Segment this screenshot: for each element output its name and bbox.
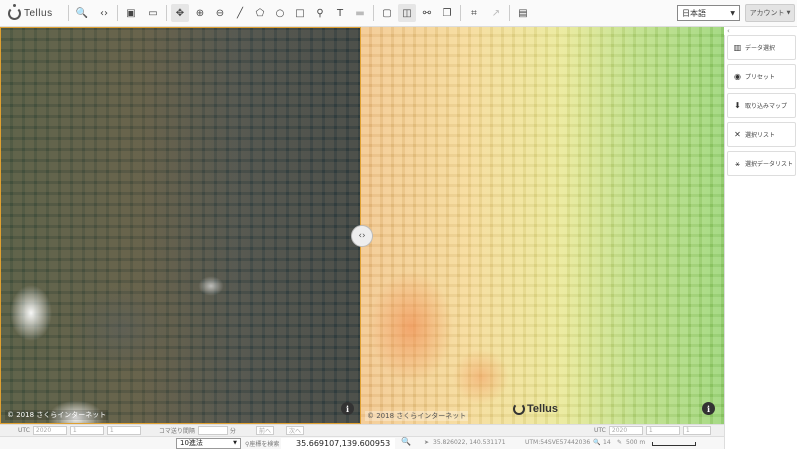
scale-bar xyxy=(652,442,696,446)
tellus-watermark: Tellus xyxy=(513,403,558,415)
time-controls: UTC 2020 1 1 コマ送り間隔 分 前へ 次へ UTC 2020 1 1 xyxy=(0,424,724,436)
database-icon: ▥ xyxy=(733,43,742,52)
text-icon[interactable]: T xyxy=(331,4,349,22)
status-bar: 10進法 ▼ ⚲座標を検索 35.669107,139.600953 🔍 ➤ 3… xyxy=(0,436,724,449)
import-map-icon: ⬇ xyxy=(734,101,741,110)
scale-label: 500 m xyxy=(626,439,646,446)
split-view-icon[interactable]: ◫ xyxy=(398,4,416,22)
ruler-icon: ✎ xyxy=(617,439,623,446)
toolbar-divider xyxy=(509,5,510,21)
sidebar-item-label: 選択リスト xyxy=(745,132,776,139)
chevron-down-icon: ▼ xyxy=(786,10,791,16)
sidebar: ▥ データ選択 ◉ プリセット ⬇ 取り込みマップ ✕ 選択リスト ⚹ 選択デー… xyxy=(724,35,797,449)
data-list-icon: ⚹ xyxy=(735,158,740,168)
palette-icon: ◉ xyxy=(734,72,741,81)
trash-icon[interactable]: ▬ xyxy=(351,4,369,22)
tellus-logo-icon xyxy=(8,3,21,20)
crop-icon[interactable]: ⌗ xyxy=(465,4,483,22)
sidebar-item-data-select[interactable]: ▥ データ選択 xyxy=(727,35,796,60)
sidebar-item-label: 選択データリスト xyxy=(745,161,794,168)
map-right-copyright: © 2018 さくらインターネット xyxy=(365,411,469,421)
cursor-coordinates: 35.826022, 140.531171 xyxy=(433,439,506,446)
chevron-down-icon: ▼ xyxy=(233,440,237,446)
day-select[interactable]: 1 xyxy=(106,426,141,435)
zoom-icon: 🔍 xyxy=(593,439,601,446)
map-right-index[interactable]: © 2018 さくらインターネット i xyxy=(361,27,724,424)
single-view-icon[interactable]: ▢ xyxy=(378,4,396,22)
sidebar-item-label: 取り込みマップ xyxy=(745,103,788,110)
info-icon[interactable]: i xyxy=(702,402,715,415)
search-icon[interactable]: 🔍 xyxy=(401,437,411,446)
next-button[interactable]: 次へ xyxy=(285,426,304,435)
swipe-handle[interactable]: ‹› xyxy=(351,225,373,247)
toolbar-divider xyxy=(460,5,461,21)
month-select[interactable]: 1 xyxy=(645,426,680,435)
cursor-icon: ➤ xyxy=(424,439,430,446)
sidebar-item-data-list[interactable]: ⚹ 選択データリスト xyxy=(727,151,796,176)
link-icon[interactable]: ⚯ xyxy=(418,4,436,22)
utc-label: UTC xyxy=(593,427,606,434)
circle-icon[interactable]: ○ xyxy=(271,4,289,22)
tellus-logo[interactable]: Tellus xyxy=(8,3,64,20)
sidebar-item-label: データ選択 xyxy=(745,45,776,52)
sidebar-item-selection-list[interactable]: ✕ 選択リスト xyxy=(727,122,796,147)
year-select[interactable]: 2020 xyxy=(32,426,67,435)
export-icon[interactable]: ↗ xyxy=(487,4,505,22)
share-icon[interactable]: ‹› xyxy=(95,4,113,22)
polygon-icon[interactable]: ⬠ xyxy=(251,4,269,22)
account-button[interactable]: アカウント ▼ xyxy=(745,4,795,22)
tools-icon: ✕ xyxy=(734,130,741,139)
zoom-in-icon[interactable]: ⊕ xyxy=(191,4,209,22)
map-left-true-color[interactable]: © 2018 さくらインターネット i xyxy=(0,27,361,424)
sidebar-item-label: プリセット xyxy=(745,74,776,81)
save-icon[interactable]: ▤ xyxy=(514,4,532,22)
sidebar-item-preset[interactable]: ◉ プリセット xyxy=(727,64,796,89)
prev-button[interactable]: 前へ xyxy=(255,426,274,435)
search-icon[interactable]: 🔍 xyxy=(73,4,91,22)
main-toolbar: Tellus 🔍 ‹› ▣ ▭ ✥ ⊕ ⊖ ╱ ⬠ ○ □ ⚲ T ▬ ▢ ◫ … xyxy=(0,0,797,27)
year-select[interactable]: 2020 xyxy=(608,426,643,435)
toolbar-divider xyxy=(166,5,167,21)
line-icon[interactable]: ╱ xyxy=(231,4,249,22)
sidebar-collapse-icon[interactable]: ‹ xyxy=(724,27,797,35)
language-value: 日本語 xyxy=(682,8,706,18)
account-label: アカウント xyxy=(749,9,785,17)
tellus-logo-icon xyxy=(513,403,525,415)
utm-coordinates: UTM:54SVE57442036 xyxy=(525,439,591,446)
image-icon[interactable]: ▭ xyxy=(144,4,162,22)
coordinate-search-label: ⚲座標を検索 xyxy=(245,441,280,448)
pin-icon[interactable]: ⚲ xyxy=(311,4,329,22)
step-label: コマ送り間隔 xyxy=(158,428,195,435)
rectangle-icon[interactable]: □ xyxy=(291,4,309,22)
month-select[interactable]: 1 xyxy=(69,426,104,435)
camera-icon[interactable]: ▣ xyxy=(122,4,140,22)
map-left-copyright: © 2018 さくらインターネット xyxy=(5,410,109,420)
language-select[interactable]: 日本語 ▼ xyxy=(677,5,740,21)
toolbar-divider xyxy=(117,5,118,21)
zoom-out-icon[interactable]: ⊖ xyxy=(211,4,229,22)
coordinate-search-input[interactable]: 35.669107,139.600953 xyxy=(281,438,395,449)
toolbar-divider xyxy=(68,5,69,21)
move-icon[interactable]: ✥ xyxy=(171,4,189,22)
info-icon[interactable]: i xyxy=(341,402,354,415)
toolbar-divider xyxy=(373,5,374,21)
day-select[interactable]: 1 xyxy=(682,426,711,435)
sidebar-item-import-map[interactable]: ⬇ 取り込みマップ xyxy=(727,93,796,118)
step-unit: 分 xyxy=(229,428,236,435)
chevron-down-icon: ▼ xyxy=(730,9,735,17)
utc-label: UTC xyxy=(18,427,30,434)
layers-icon[interactable]: ❐ xyxy=(438,4,456,22)
zoom-level: 14 xyxy=(603,439,611,446)
step-input[interactable] xyxy=(197,426,228,435)
coordinate-format-value: 10進法 xyxy=(180,439,203,447)
coordinate-format-select[interactable]: 10進法 ▼ xyxy=(176,438,241,449)
